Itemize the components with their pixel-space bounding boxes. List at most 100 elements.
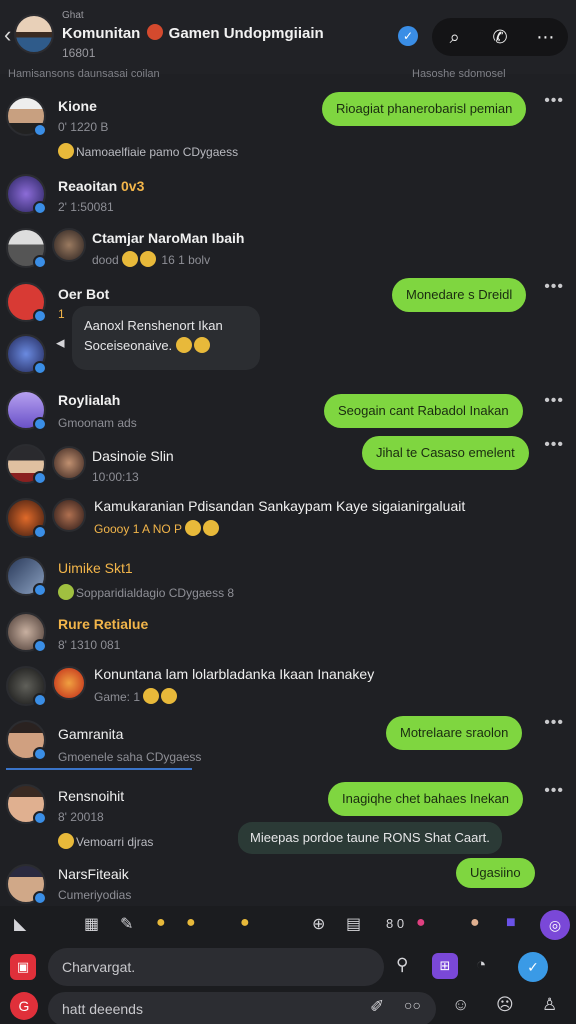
- header-top-text: Ghat: [62, 10, 84, 21]
- secondary-avatar[interactable]: [52, 666, 86, 700]
- app-icon[interactable]: G: [10, 992, 38, 1020]
- secondary-avatar[interactable]: [52, 446, 86, 480]
- outgoing-bubble[interactable]: Ugasiino: [456, 858, 535, 888]
- outgoing-bubble[interactable]: Monedare s Dreidl: [392, 278, 527, 312]
- photo-icon[interactable]: ■: [506, 914, 516, 932]
- more-icon[interactable]: •••: [544, 782, 564, 800]
- avatar[interactable]: [6, 720, 47, 761]
- avatar[interactable]: [6, 556, 47, 597]
- bot-avatar[interactable]: [6, 282, 47, 323]
- avatar[interactable]: [6, 96, 47, 137]
- avatar[interactable]: [6, 390, 47, 431]
- quote-line-1: Aanoxl Renshenort Ikan: [84, 318, 223, 333]
- verified-icon: [33, 639, 47, 653]
- search-icon[interactable]: ⌕: [441, 27, 469, 48]
- outgoing-bubble[interactable]: Jihal te Casaso emelent: [362, 436, 529, 470]
- gamepad-icon[interactable]: ⊕: [312, 914, 325, 934]
- tools-icon[interactable]: ⚲: [396, 955, 408, 975]
- avatar[interactable]: [6, 864, 47, 905]
- avatar[interactable]: [6, 444, 47, 485]
- calendar-icon[interactable]: ▦: [84, 914, 99, 934]
- camera-icon[interactable]: ◎: [540, 910, 570, 940]
- secondary-avatar[interactable]: [52, 498, 86, 532]
- user-icon[interactable]: ♙: [542, 995, 557, 1015]
- heart-icon[interactable]: ●: [416, 914, 426, 932]
- profile-icon[interactable]: ●: [470, 914, 480, 932]
- verified-icon: [33, 525, 47, 539]
- more-icon[interactable]: •••: [544, 392, 564, 410]
- sender-name: Roylialah: [58, 392, 121, 408]
- header-actions: ⌕ ✆ ⋯: [432, 18, 568, 56]
- outgoing-bubble[interactable]: Seogain cant Rabadol Inakan: [324, 394, 523, 428]
- message-input[interactable]: Charvargat.: [48, 948, 384, 986]
- app-icon[interactable]: ▣: [10, 954, 36, 980]
- back-chevron-icon[interactable]: ‹: [4, 22, 11, 48]
- message-meta: Gmoonam ads: [58, 416, 137, 430]
- secondary-avatar[interactable]: [52, 228, 86, 262]
- emoji-icon[interactable]: ☺: [452, 995, 469, 1015]
- reaction-row: Namoaelfiaie pamo CDygaess: [58, 143, 238, 159]
- sender-name: Oer Bot: [58, 286, 110, 302]
- attach-icon[interactable]: ⊞: [432, 953, 458, 979]
- chat-title[interactable]: Komunitan Gamen Undopmgiiain: [62, 24, 324, 42]
- more-options-icon[interactable]: ⋯: [531, 27, 559, 48]
- quote-line-2: Soceiseonaive.: [84, 336, 248, 356]
- message-meta: Goooy 1 A NO P: [94, 520, 221, 536]
- incoming-bubble[interactable]: Mieepas pordoe taune RONS Shat Caart.: [238, 822, 502, 854]
- more-icon[interactable]: •••: [544, 278, 564, 296]
- composer-row: ▣ Charvargat. ⚲ ⊞ ◔ ✓: [0, 944, 576, 990]
- verified-icon: [33, 747, 47, 761]
- reaction-text: 16 1 bolv: [161, 253, 211, 267]
- app-logo-icon[interactable]: ◣: [14, 914, 26, 934]
- avatar[interactable]: [6, 174, 47, 215]
- avatar[interactable]: [6, 498, 47, 539]
- phone-icon[interactable]: ✆: [486, 27, 514, 48]
- emoji-icon: [140, 251, 157, 267]
- outgoing-bubble[interactable]: Rioagiat phanerobarisl pemian: [322, 92, 527, 126]
- emoji-icon: [203, 520, 220, 536]
- reaction-text: Namoaelfiaie pamo CDygaess: [76, 145, 239, 159]
- emoji-icon: [146, 24, 163, 40]
- system-notice: Hamisansons daunsasai coilan Hasoshe sdo…: [8, 68, 568, 86]
- face-icon[interactable]: ☹: [496, 995, 514, 1015]
- message-meta: Cumeriyodias: [58, 888, 132, 902]
- counter-icon: ○○: [404, 997, 421, 1013]
- sticker-icon[interactable]: ●: [186, 914, 196, 932]
- verified-icon: [33, 123, 47, 137]
- avatar[interactable]: [6, 666, 47, 707]
- member-count: 16801: [62, 46, 96, 60]
- outgoing-bubble[interactable]: Motrelaare sraolon: [386, 716, 523, 750]
- more-icon[interactable]: •••: [544, 436, 564, 454]
- emoji-icon: [185, 520, 202, 536]
- verified-icon: [33, 811, 47, 825]
- avatar[interactable]: [6, 334, 47, 375]
- sender-name-text: Reaoitan: [58, 178, 118, 194]
- avatar[interactable]: [6, 228, 47, 269]
- verified-icon: [33, 255, 47, 269]
- emoji-icon[interactable]: ●: [156, 914, 166, 932]
- more-icon[interactable]: •••: [544, 714, 564, 732]
- edit-icon[interactable]: ✎: [120, 914, 133, 934]
- verified-icon: [33, 891, 47, 905]
- avatar[interactable]: [6, 784, 47, 825]
- message-meta: 8' 1310 081: [58, 638, 121, 652]
- verified-icon: [33, 361, 47, 375]
- clock-icon[interactable]: ◔: [476, 955, 486, 975]
- sender-name: Reaoitan 0v3: [58, 178, 144, 194]
- clipboard-icon[interactable]: ▤: [346, 914, 361, 934]
- send-icon[interactable]: ✓: [518, 952, 548, 982]
- sender-name: Kamukaranian Pdisandan Sankaypam Kaye si…: [94, 498, 466, 514]
- more-icon[interactable]: •••: [544, 92, 564, 110]
- avatar[interactable]: [6, 612, 47, 653]
- quoted-message[interactable]: Aanoxl Renshenort Ikan Soceiseonaive.: [72, 306, 260, 370]
- gif-icon[interactable]: ●: [240, 914, 250, 932]
- notice-right: Hasoshe sdomosel: [412, 68, 506, 80]
- attachment-toolbar: ◣ ▦ ✎ ● ● ● ⊕ ▤ 8 0 ● ● ■ ◎: [0, 906, 576, 944]
- outgoing-bubble[interactable]: Inagiqhe chet bahaes Inekan: [328, 782, 523, 816]
- reply-arrow-icon: ◂: [56, 333, 65, 352]
- sender-name: NarsFiteaik: [58, 866, 129, 882]
- edit-icon[interactable]: ✐: [370, 997, 384, 1017]
- group-avatar[interactable]: [14, 14, 54, 54]
- notice-left: Hamisansons daunsasai coilan: [8, 68, 160, 80]
- message-meta: Sopparidialdagio CDygaess 8: [58, 584, 234, 600]
